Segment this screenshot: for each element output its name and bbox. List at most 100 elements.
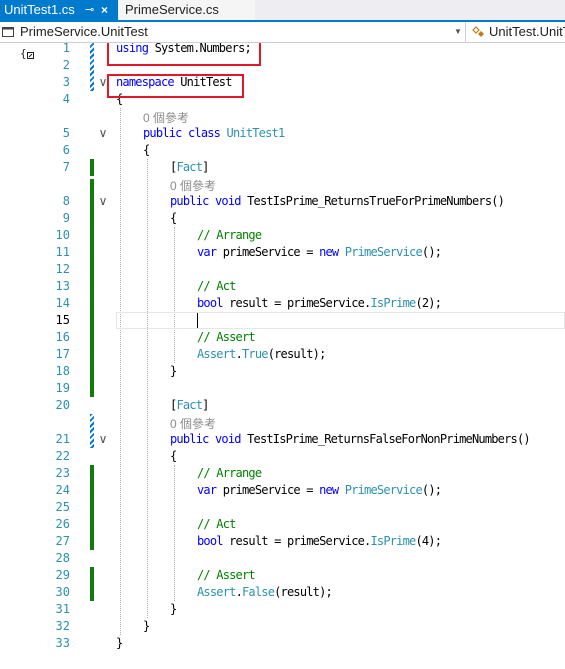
saved-change-indicator [90, 516, 94, 533]
class-icon [472, 26, 484, 37]
code-token: primeService = [222, 483, 320, 497]
code-line[interactable]: 16 // Assert [0, 329, 565, 346]
code-line[interactable]: 13 // Act [0, 278, 565, 295]
keyword-token: public [143, 126, 188, 140]
type-token: False [242, 585, 275, 599]
code-line[interactable]: 2 [0, 57, 565, 74]
code-line[interactable]: 31} [0, 601, 565, 618]
code-token: TestIsPrime_ReturnsTrueForPrimeNumbers() [247, 194, 505, 208]
code-text: // Assert [197, 567, 256, 584]
code-line[interactable]: 14 bool result = primeService.IsPrime(2); [0, 295, 565, 312]
code-line[interactable]: 1 using System.Numbers; [0, 43, 565, 57]
line-number: 12 [55, 262, 70, 276]
code-line[interactable]: 27 bool result = primeService.IsPrime(4); [0, 533, 565, 550]
code-text: Assert.True(result); [197, 346, 326, 363]
code-line[interactable]: 6{ [0, 142, 565, 159]
saved-change-indicator [90, 499, 94, 516]
tab-unittest1-cs[interactable]: UnitTest1.cs ⊸ × [0, 0, 118, 20]
project-name: PrimeService.UnitTest [20, 24, 148, 39]
line-number: 18 [55, 364, 70, 378]
code-line[interactable]: 7 [Fact] [0, 159, 565, 176]
type-token: UnitTest1 [226, 126, 286, 140]
code-line[interactable]: 21 ∨ public void TestIsPrime_ReturnsFalseF… [0, 431, 565, 448]
code-token: } [170, 602, 177, 616]
saved-change-indicator [90, 380, 94, 397]
unsaved-change-indicator [90, 57, 94, 74]
line-number: 8 [62, 194, 70, 208]
project-dropdown[interactable]: PrimeService.UnitTest ▼ [0, 22, 466, 42]
close-icon[interactable]: × [101, 0, 108, 20]
code-token: TestIsPrime_ReturnsFalseForNonPrimeNumbe… [247, 432, 530, 446]
comment-token: // Assert [197, 330, 256, 344]
code-line[interactable]: 10 // Arrange [0, 227, 565, 244]
code-line[interactable]: 29 // Assert [0, 567, 565, 584]
saved-change-indicator [90, 159, 94, 176]
code-line[interactable]: 18} [0, 363, 565, 380]
code-line[interactable]: 28 [0, 550, 565, 567]
member-name: UnitTest.UnitTest1 [489, 24, 565, 39]
saved-change-indicator [90, 312, 94, 329]
code-text: public class UnitTest1 [143, 125, 286, 142]
code-line[interactable]: 12 [0, 261, 565, 278]
code-line[interactable]: 3 ∨ namespace UnitTest [0, 74, 565, 91]
text-caret [197, 313, 198, 328]
pin-icon[interactable]: ⊸ [85, 0, 94, 20]
fold-toggle-icon[interactable]: ∨ [98, 125, 108, 142]
saved-change-indicator [90, 193, 94, 210]
saved-change-indicator [90, 567, 94, 584]
code-line[interactable]: 22 { [0, 448, 565, 465]
code-token: (); [421, 483, 442, 497]
code-token: result = primeService. [229, 534, 371, 548]
code-line[interactable]: 8 ∨ public void TestIsPrime_ReturnsTrueFor… [0, 193, 565, 210]
code-line[interactable]: 4{ [0, 91, 565, 108]
code-line[interactable]: 17 Assert.True(result); [0, 346, 565, 363]
saved-change-indicator [90, 533, 94, 550]
code-editor[interactable]: { 1 using System.Numbers; 2 3 ∨ namespace Uni… [0, 43, 565, 669]
saved-change-indicator [90, 261, 94, 278]
code-text: { [143, 142, 150, 159]
code-line[interactable]: 11 var primeService = new PrimeService(); [0, 244, 565, 261]
code-text: public void TestIsPrime_ReturnsTrueForPr… [170, 193, 505, 210]
line-number: 2 [62, 58, 70, 72]
keyword-token: public [170, 194, 215, 208]
type-token: IsPrime [370, 296, 416, 310]
code-token: } [170, 364, 177, 378]
code-line[interactable]: 5 ∨ public class UnitTest1 [0, 125, 565, 142]
unsaved-change-indicator [90, 74, 94, 91]
line-number: 9 [62, 211, 70, 225]
line-number: 5 [62, 126, 70, 140]
line-number: 15 [55, 313, 70, 327]
code-line[interactable]: 24 var primeService = new PrimeService(); [0, 482, 565, 499]
code-line[interactable]: 26 // Act [0, 516, 565, 533]
line-number: 4 [62, 92, 70, 106]
code-line[interactable]: 32} [0, 618, 565, 635]
code-token: (4); [415, 534, 442, 548]
tab-label: PrimeService.cs [125, 2, 219, 17]
member-dropdown[interactable]: UnitTest.UnitTest1 [470, 22, 565, 42]
code-line[interactable]: 25 [0, 499, 565, 516]
saved-change-indicator [90, 329, 94, 346]
fold-toggle-icon[interactable]: ∨ [98, 431, 108, 448]
code-text: [Fact] [170, 159, 209, 176]
saved-change-indicator [90, 465, 94, 482]
code-line[interactable]: 30 Assert.False(result); [0, 584, 565, 601]
code-text: bool result = primeService.IsPrime(4); [197, 533, 442, 550]
line-number: 19 [55, 381, 70, 395]
code-text: { [170, 448, 177, 465]
keyword-token: public [170, 432, 215, 446]
code-line[interactable]: 33} [0, 635, 565, 652]
code-line[interactable]: 19 [0, 380, 565, 397]
line-number: 20 [55, 398, 70, 412]
keyword-token: new [319, 483, 345, 497]
line-number: 17 [55, 347, 70, 361]
code-line[interactable]: 20 [Fact] [0, 397, 565, 414]
code-text: Assert.False(result); [197, 584, 333, 601]
code-line[interactable]: 23 // Arrange [0, 465, 565, 482]
code-text: var primeService = new PrimeService(); [197, 482, 442, 499]
code-line[interactable]: 9{ [0, 210, 565, 227]
fold-toggle-icon[interactable]: ∨ [98, 193, 108, 210]
current-line-highlight [116, 312, 565, 329]
saved-change-indicator [90, 278, 94, 295]
code-token: (result); [274, 585, 333, 599]
tab-primeservice-cs[interactable]: PrimeService.cs [119, 0, 255, 20]
